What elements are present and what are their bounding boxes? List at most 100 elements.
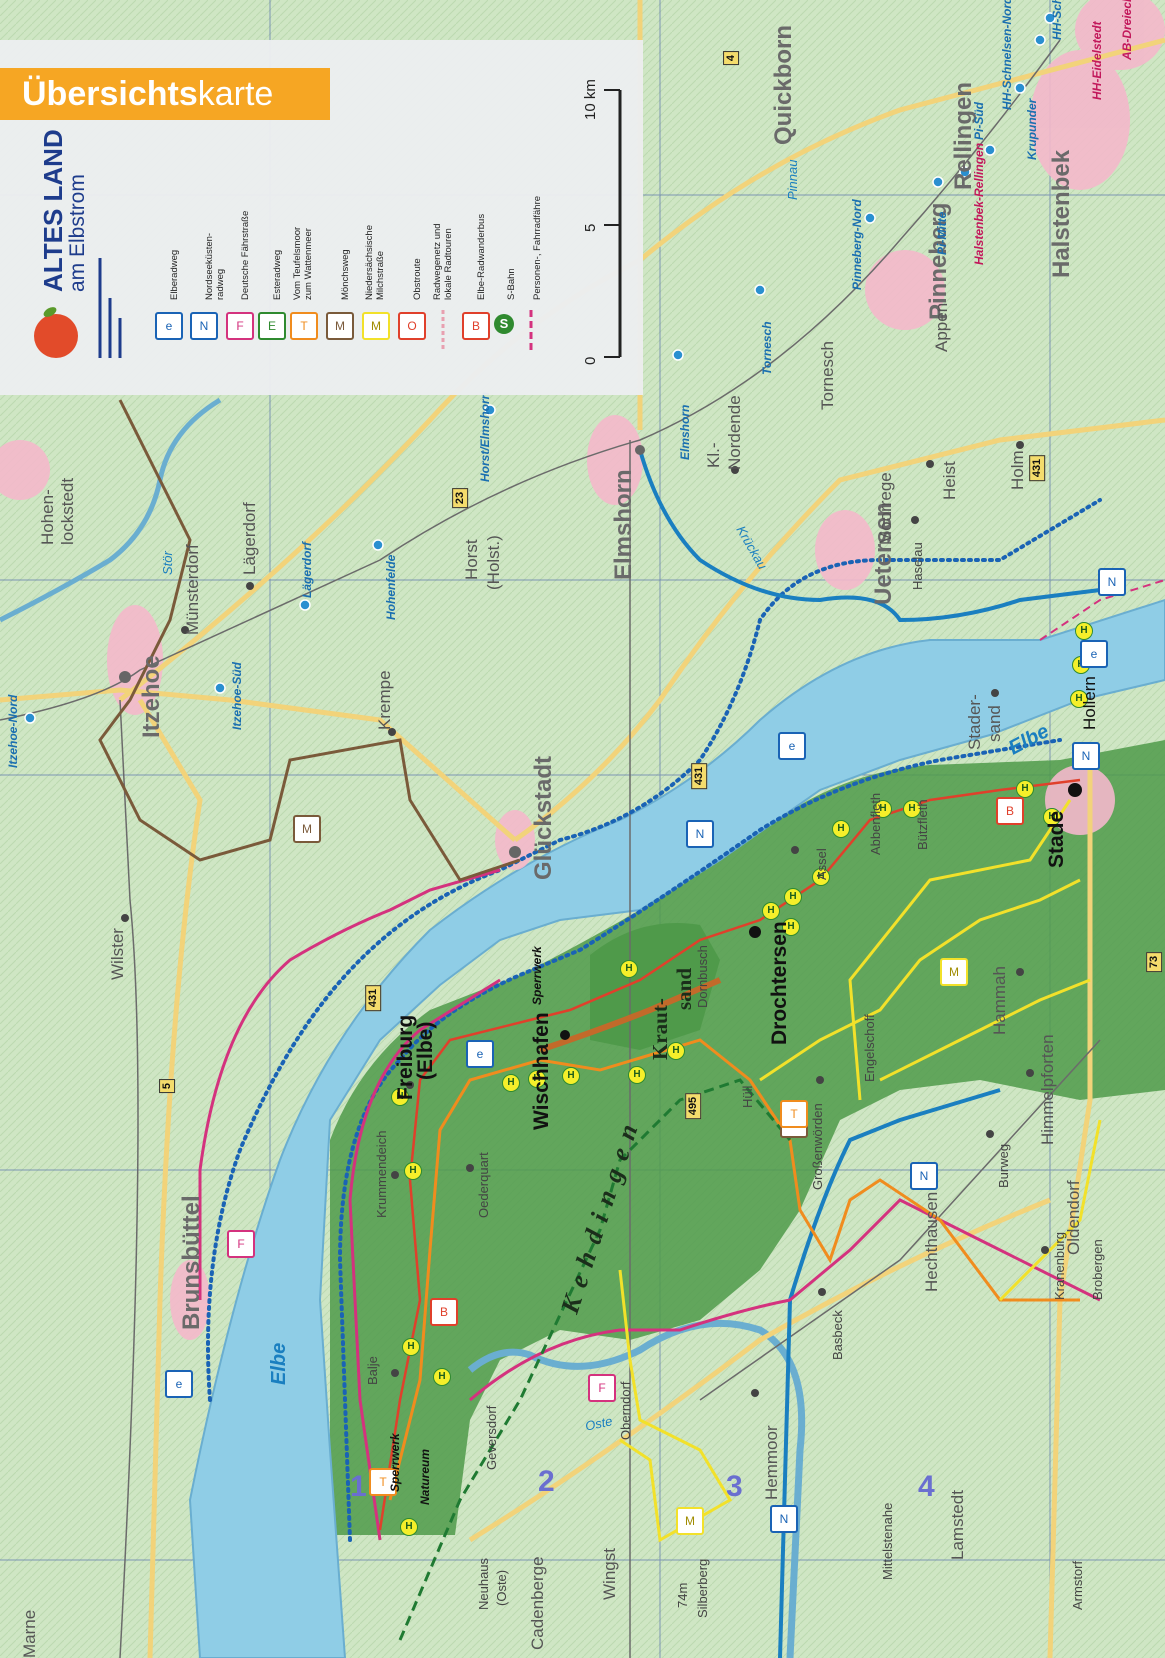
nordseekuestenradweg-icon[interactable]: N: [1072, 742, 1100, 770]
town-label: Hemmoor: [762, 1425, 781, 1500]
map-page: H H H H H H H H H H H H H H H H H H H H …: [0, 0, 1165, 1658]
town-label: Appen: [932, 302, 951, 352]
town-label: Elmshorn: [610, 469, 637, 580]
town-label: Wischhafen: [530, 1012, 553, 1130]
station-label: Hohenfelde: [384, 554, 398, 620]
poi-label: Sperrwerk: [530, 946, 544, 1005]
town-label: Großenwörden: [810, 1103, 825, 1190]
town-label: Neuhaus: [476, 1557, 491, 1610]
town-label: Marne: [20, 1609, 39, 1658]
bus-stop-marker[interactable]: H: [402, 1338, 420, 1356]
bus-stop-marker[interactable]: H: [404, 1162, 422, 1180]
milchstrasse-icon[interactable]: M: [676, 1507, 704, 1535]
road-number: 431: [1029, 454, 1046, 482]
bus-stop-marker[interactable]: H: [620, 960, 638, 978]
brand-stripes: [98, 258, 122, 358]
radwanderbus-icon[interactable]: B: [996, 797, 1024, 825]
bus-stop-marker[interactable]: H: [1016, 780, 1034, 798]
milchstrasse-icon: M: [362, 312, 390, 340]
road-number: 4: [723, 50, 740, 66]
bus-stop-marker[interactable]: H: [400, 1518, 418, 1536]
town-label: Stader-: [965, 694, 984, 750]
elberadweg-icon[interactable]: e: [778, 732, 806, 760]
legend-label: Nordseeküsten-radweg: [204, 232, 226, 300]
station-label: Pi-Mitte: [935, 211, 949, 255]
town-label: Brunsbüttel: [178, 1195, 205, 1330]
title-part-regular: karte: [197, 75, 274, 113]
faehre-icon: [529, 310, 533, 350]
town-label: Mittelstenahe: [880, 1502, 895, 1580]
scale-label: 0: [582, 356, 599, 365]
town-label: Hammah: [990, 966, 1009, 1035]
town-label: Cadenberge: [528, 1556, 547, 1650]
road-number: 495: [685, 1092, 702, 1120]
bus-stop-marker[interactable]: H: [1075, 622, 1093, 640]
legend-label: Elbe-Radwanderbus: [476, 213, 487, 300]
town-label: Geversdorf: [484, 1405, 499, 1470]
elbe-label: Elbe: [268, 1342, 290, 1385]
town-label: Münsterdorf: [183, 544, 202, 635]
s-bahn-icon: S: [494, 314, 514, 334]
bus-stop-marker[interactable]: H: [628, 1066, 646, 1084]
town-label: Engelschoff: [862, 1014, 877, 1082]
bus-stop-marker[interactable]: H: [433, 1368, 451, 1386]
town-label: Holm: [1008, 450, 1027, 490]
town-label: Balje: [365, 1356, 380, 1385]
town-label: Stade: [1045, 810, 1068, 868]
moenchsweg-icon[interactable]: M: [293, 815, 321, 843]
faehrstrasse-icon[interactable]: F: [588, 1374, 616, 1402]
road-number: 23: [452, 487, 469, 509]
station-label: Lägerdorf: [300, 541, 314, 598]
station-label: Pi-Süd: [972, 102, 986, 140]
town-label: Bützfleth: [915, 799, 930, 850]
legend-label: Elberadweg: [169, 249, 180, 300]
town-label: Wilster: [108, 928, 127, 980]
moenchsweg-icon: M: [326, 312, 354, 340]
elberadweg-icon[interactable]: e: [165, 1370, 193, 1398]
teufelsmoor-icon[interactable]: T: [780, 1100, 808, 1128]
bus-stop-marker[interactable]: H: [502, 1074, 520, 1092]
radwanderbus-icon[interactable]: B: [430, 1298, 458, 1326]
town-label: lockstedt: [58, 477, 77, 545]
station-label: Elmshorn: [678, 404, 692, 460]
town-label: Quickborn: [770, 24, 797, 145]
station-label: HH-Eidelstedt: [1090, 21, 1104, 100]
brand-name: ALTES LAND: [38, 129, 68, 292]
town-label: Krummendeich: [374, 1130, 389, 1218]
station-label: Itzehoe-Süd: [230, 662, 244, 730]
station-label: HH-Schnelsen-Nord: [1000, 0, 1014, 110]
poi-label: Silberberg: [695, 1558, 710, 1618]
town-label: Tornesch: [818, 341, 837, 410]
town-label: Hechthausen: [922, 1191, 941, 1292]
apple-logo-icon: [34, 307, 78, 358]
town-label: Armstorf: [1070, 1560, 1085, 1610]
station-label: Pinneberg-Nord: [850, 199, 864, 290]
nordseekuestenradweg-icon[interactable]: N: [686, 820, 714, 848]
elberadweg-icon[interactable]: e: [466, 1040, 494, 1068]
scale-label: 5: [582, 223, 599, 232]
town-label: (Holst.): [484, 535, 503, 590]
elberadweg-icon[interactable]: e: [1080, 640, 1108, 668]
station-label: Itzehoe-Nord: [6, 694, 20, 768]
town-label: Hüll: [740, 1085, 755, 1108]
bus-stop-marker[interactable]: H: [832, 820, 850, 838]
pinnau-label: Pinnau: [785, 159, 800, 200]
town-label: Oldendorf: [1064, 1180, 1083, 1255]
legend-label: Obstroute: [412, 258, 423, 300]
nordseekuestenradweg-icon[interactable]: N: [1098, 568, 1126, 596]
road-number: 431: [691, 762, 708, 790]
town-label: Dornbusch: [695, 945, 710, 1008]
town-label: Oberndorf: [618, 1381, 633, 1440]
milchstrasse-icon[interactable]: M: [940, 958, 968, 986]
bus-stop-marker[interactable]: H: [562, 1067, 580, 1085]
poi-label: Sperrwerk: [388, 1433, 402, 1492]
bus-stop-marker[interactable]: H: [762, 902, 780, 920]
town-label: Halstenbek: [1048, 149, 1075, 278]
town-label: Itzehoe: [138, 655, 165, 738]
legend-panel: Übersichtskarte ALTES LAND am Elbstrom e…: [0, 40, 643, 395]
nordseekuestenradweg-icon[interactable]: N: [910, 1162, 938, 1190]
bus-stop-marker[interactable]: H: [784, 888, 802, 906]
faehrstrasse-icon[interactable]: F: [227, 1230, 255, 1258]
nordseekuestenradweg-icon[interactable]: N: [770, 1505, 798, 1533]
legend-label: Niedersächsische Milchstraße: [364, 225, 386, 300]
